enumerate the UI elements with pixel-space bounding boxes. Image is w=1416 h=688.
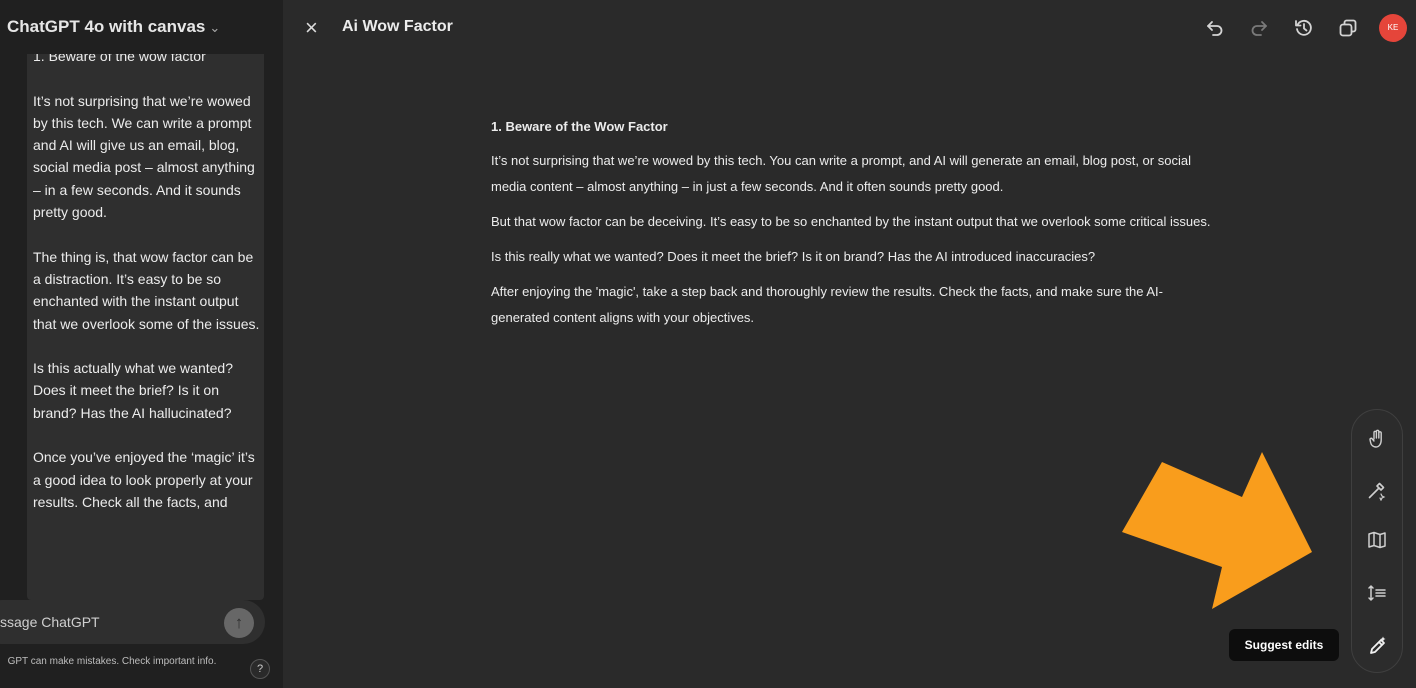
- document-paragraph: But that wow factor can be deceiving. It…: [491, 214, 1211, 229]
- document-title: Ai Wow Factor: [342, 18, 453, 35]
- assistant-message: 1. Beware of the wow factor It’s not sur…: [27, 54, 264, 600]
- avatar[interactable]: KE: [1379, 14, 1407, 42]
- model-selector[interactable]: ChatGPT 4o with canvas ⌄: [7, 17, 220, 37]
- undo-icon[interactable]: [1204, 17, 1226, 39]
- chevron-down-icon: ⌄: [209, 20, 221, 35]
- message-input[interactable]: ssage ChatGPT: [0, 614, 100, 630]
- emoji-icon[interactable]: [1366, 428, 1388, 450]
- annotation-arrow: [1122, 452, 1312, 609]
- arrow-up-icon: ↑: [234, 613, 244, 632]
- redo-icon[interactable]: [1248, 17, 1270, 39]
- copy-icon[interactable]: [1337, 17, 1359, 39]
- adjust-length-icon[interactable]: [1366, 582, 1388, 604]
- message-composer[interactable]: ssage ChatGPT ↑: [0, 600, 265, 644]
- message-paragraph: The thing is, that wow factor can be a d…: [33, 248, 260, 332]
- message-paragraph: 1. Beware of the wow factor: [33, 54, 206, 64]
- document-paragraph: Is this really what we wanted? Does it m…: [491, 249, 1096, 264]
- document-heading: 1. Beware of the Wow Factor: [491, 119, 668, 134]
- reading-level-icon[interactable]: [1366, 529, 1388, 551]
- document-paragraph: After enjoying the 'magic', take a step …: [491, 284, 1163, 325]
- send-button[interactable]: ↑: [224, 608, 254, 638]
- chat-panel: ChatGPT 4o with canvas ⌄ 1. Beware of the…: [0, 0, 283, 688]
- history-icon[interactable]: [1293, 17, 1315, 39]
- model-selector-label: ChatGPT 4o with canvas: [7, 17, 206, 36]
- polish-icon[interactable]: [1366, 479, 1388, 501]
- tooltip: Suggest edits: [1229, 629, 1339, 661]
- suggest-edits-icon[interactable]: [1366, 634, 1388, 656]
- help-button[interactable]: ?: [250, 659, 270, 679]
- message-paragraph: Once you’ve enjoyed the ‘magic’ it’s a g…: [33, 449, 255, 510]
- disclaimer-text: GPT can make mistakes. Check important i…: [7, 656, 217, 667]
- close-canvas-button[interactable]: ×: [305, 14, 318, 42]
- message-paragraph: Is this actually what we wanted? Does it…: [33, 360, 233, 421]
- canvas-document[interactable]: 1. Beware of the Wow Factor It’s not sur…: [491, 114, 1211, 340]
- canvas-toolbar: [1351, 409, 1403, 673]
- message-paragraph: It’s not surprising that we’re wowed by …: [33, 92, 255, 221]
- document-paragraph: It’s not surprising that we’re wowed by …: [491, 153, 1191, 194]
- canvas-header: × Ai Wow Factor KE: [283, 0, 1416, 56]
